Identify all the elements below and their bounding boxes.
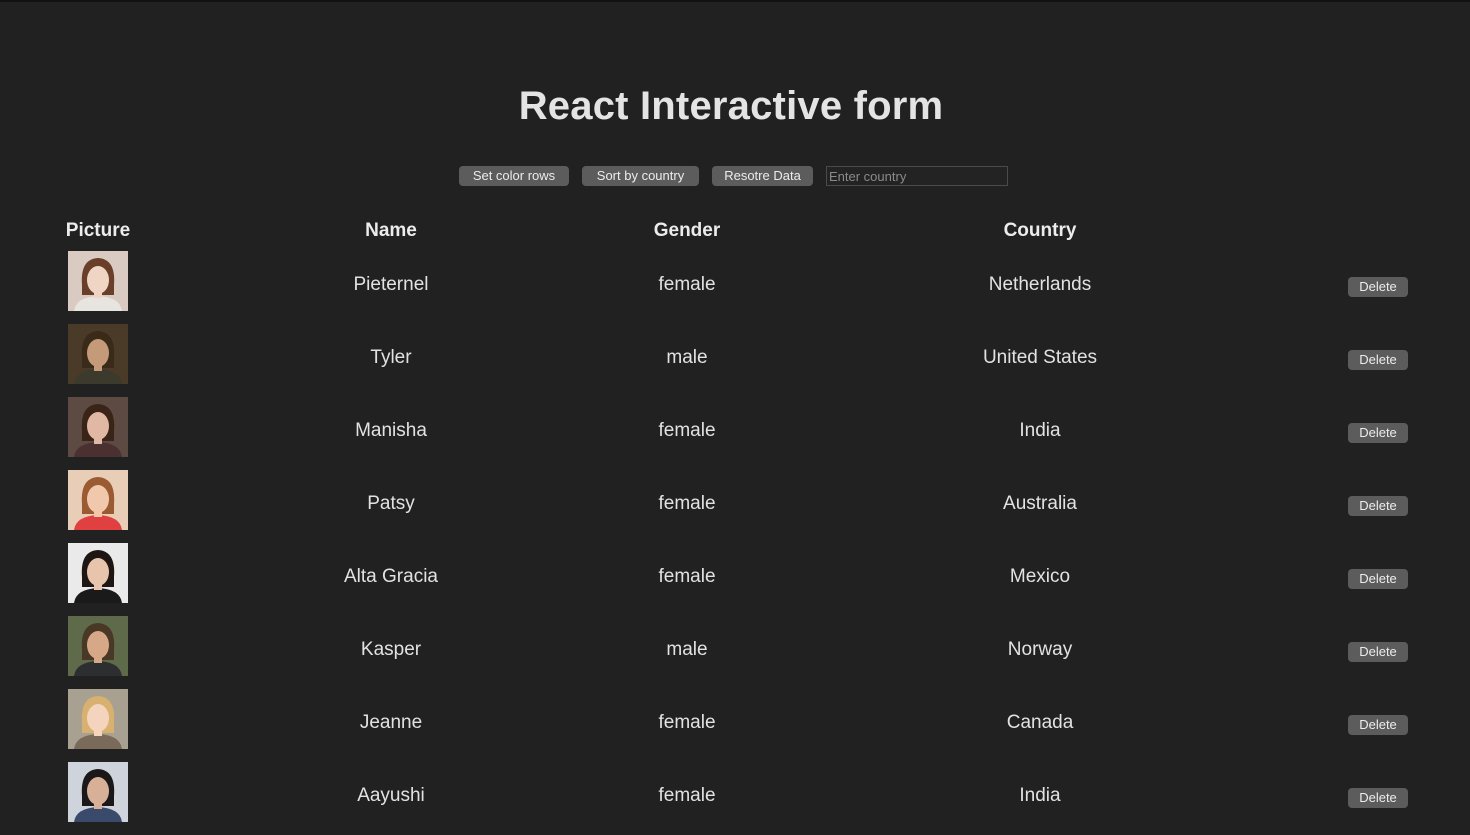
header-country: Country bbox=[1003, 220, 1077, 241]
set-color-rows-button[interactable]: Set color rows bbox=[459, 166, 569, 186]
name-cell: Kasper bbox=[360, 639, 422, 660]
name-cell: Pieternel bbox=[353, 274, 429, 295]
delete-button[interactable]: Delete bbox=[1348, 569, 1408, 589]
table-row: Tyler male United States Delete bbox=[0, 324, 1470, 397]
gender-cell: female bbox=[658, 420, 716, 441]
avatar bbox=[68, 470, 128, 530]
delete-button[interactable]: Delete bbox=[1348, 788, 1408, 808]
gender-cell: female bbox=[658, 566, 716, 587]
page-title: React Interactive form bbox=[518, 84, 944, 128]
name-cell: Jeanne bbox=[359, 712, 423, 733]
country-cell: Mexico bbox=[1009, 566, 1071, 587]
avatar bbox=[68, 689, 128, 749]
avatar bbox=[68, 397, 128, 457]
name-cell: Patsy bbox=[367, 493, 415, 514]
table-row: Jeanne female Canada Delete bbox=[0, 689, 1470, 762]
country-filter-input[interactable] bbox=[826, 166, 1008, 186]
sort-by-country-button[interactable]: Sort by country bbox=[582, 166, 699, 186]
country-cell: Netherlands bbox=[988, 274, 1092, 295]
header-picture: Picture bbox=[65, 220, 131, 241]
gender-cell: male bbox=[666, 347, 708, 368]
table-row: Alta Gracia female Mexico Delete bbox=[0, 543, 1470, 616]
header-gender: Gender bbox=[653, 220, 721, 241]
table-row: Kasper male Norway Delete bbox=[0, 616, 1470, 689]
table-row: Aayushi female India Delete bbox=[0, 762, 1470, 835]
gender-cell: female bbox=[658, 712, 716, 733]
toolbar: Set color rows Sort by country Resotre D… bbox=[0, 166, 1470, 187]
table-row: Pieternel female Netherlands Delete bbox=[0, 251, 1470, 324]
delete-button[interactable]: Delete bbox=[1348, 350, 1408, 370]
top-border bbox=[0, 0, 1470, 2]
country-cell: Canada bbox=[1006, 712, 1074, 733]
country-cell: India bbox=[1019, 785, 1061, 806]
avatar bbox=[68, 616, 128, 676]
country-cell: India bbox=[1019, 420, 1061, 441]
delete-button[interactable]: Delete bbox=[1348, 496, 1408, 516]
avatar bbox=[68, 251, 128, 311]
country-cell: Norway bbox=[1007, 639, 1073, 660]
avatar bbox=[68, 543, 128, 603]
table-row: Manisha female India Delete bbox=[0, 397, 1470, 470]
gender-cell: male bbox=[666, 639, 708, 660]
name-cell: Aayushi bbox=[357, 785, 425, 806]
gender-cell: female bbox=[658, 785, 716, 806]
header-name: Name bbox=[365, 220, 417, 241]
gender-cell: female bbox=[658, 493, 716, 514]
restore-data-button[interactable]: Resotre Data bbox=[712, 166, 813, 186]
avatar bbox=[68, 762, 128, 822]
delete-button[interactable]: Delete bbox=[1348, 642, 1408, 662]
delete-button[interactable]: Delete bbox=[1348, 423, 1408, 443]
country-cell: Australia bbox=[1003, 493, 1077, 514]
country-cell: United States bbox=[982, 347, 1098, 368]
name-cell: Manisha bbox=[355, 420, 427, 441]
delete-button[interactable]: Delete bbox=[1348, 277, 1408, 297]
avatar bbox=[68, 324, 128, 384]
table-row: Patsy female Australia Delete bbox=[0, 470, 1470, 543]
delete-button[interactable]: Delete bbox=[1348, 715, 1408, 735]
name-cell: Tyler bbox=[370, 347, 412, 368]
name-cell: Alta Gracia bbox=[344, 566, 438, 587]
gender-cell: female bbox=[658, 274, 716, 295]
